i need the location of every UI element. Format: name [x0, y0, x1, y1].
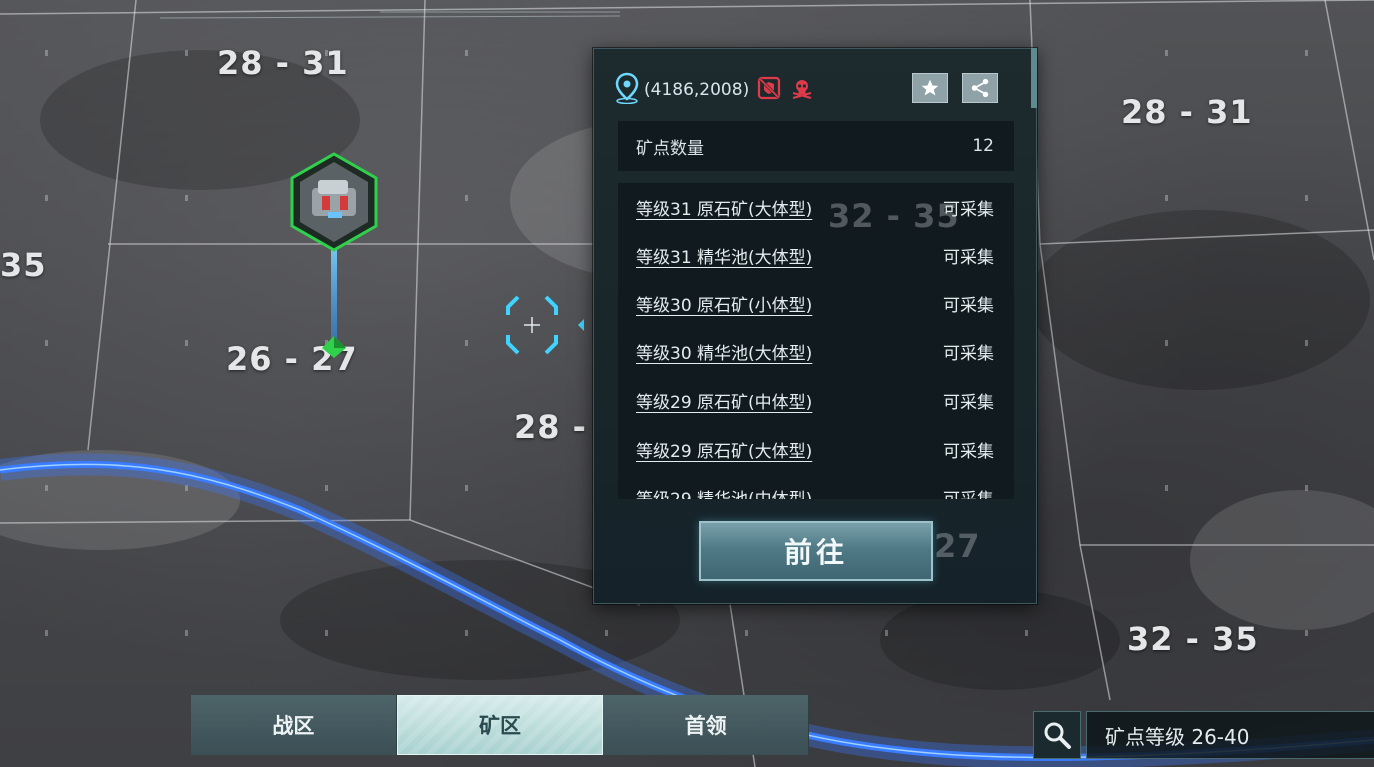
mine-list[interactable]: 32 - 35 等级31 原石矿(大体型) 可采集 等级31 精华池(大体型) … [618, 183, 1014, 499]
unit-marker[interactable] [288, 152, 380, 362]
zone-label-behind-panel-b: 27 [934, 527, 981, 565]
mine-status: 可采集 [943, 295, 994, 316]
map-pin-icon [614, 72, 640, 108]
go-button[interactable]: 前往 [699, 521, 933, 581]
tab-mining-zone[interactable]: 矿区 [396, 695, 604, 755]
list-item[interactable]: 等级30 精华池(大体型) 可采集 [618, 327, 1014, 375]
target-reticle-icon [506, 295, 584, 355]
search-field-container [1086, 711, 1374, 759]
favorite-button[interactable] [912, 73, 948, 103]
mine-info-panel: (4186,2008) 矿点数量 12 32 - 35 等级31 原石矿(大体型… [593, 48, 1037, 604]
zone-label-nw: 28 - 31 [217, 44, 349, 82]
shield-off-icon [757, 76, 781, 104]
list-item[interactable]: 等级31 精华池(大体型) 可采集 [618, 231, 1014, 279]
zone-label-w: 35 [0, 246, 47, 284]
list-item[interactable]: 等级29 精华池(中体型) 可采集 [618, 473, 1014, 500]
share-button[interactable] [962, 73, 998, 103]
mine-status: 可采集 [943, 392, 994, 413]
mine-name-link[interactable]: 等级29 原石矿(中体型) [636, 388, 812, 413]
coordinates-text: (4186,2008) [644, 80, 750, 100]
list-item[interactable]: 等级30 原石矿(小体型) 可采集 [618, 279, 1014, 327]
star-icon [921, 79, 939, 96]
go-button-label: 前往 [783, 536, 848, 569]
mine-count-row: 矿点数量 12 [618, 121, 1014, 171]
skull-icon [791, 77, 813, 103]
zone-label-se: 32 - 35 [1127, 620, 1259, 658]
mine-name-link[interactable]: 等级30 原石矿(小体型) [636, 291, 812, 316]
mine-status: 可采集 [943, 441, 994, 462]
mine-name-link[interactable]: 等级30 精华池(大体型) [636, 339, 812, 364]
search-icon [1044, 722, 1071, 749]
list-item[interactable]: 等级31 原石矿(大体型) 可采集 [618, 183, 1014, 231]
share-icon [971, 78, 989, 98]
mine-name-link[interactable]: 等级29 原石矿(大体型) [636, 437, 812, 462]
tab-boss[interactable]: 首领 [603, 695, 810, 755]
mine-level-search-input[interactable] [1105, 723, 1374, 747]
panel-header: (4186,2008) [614, 72, 1000, 108]
mine-status: 可采集 [943, 199, 994, 220]
mine-status: 可采集 [943, 343, 994, 364]
mine-name-link[interactable]: 等级31 精华池(大体型) [636, 243, 812, 268]
mine-name-link[interactable]: 等级31 原石矿(大体型) [636, 195, 812, 220]
mine-status: 可采集 [943, 247, 994, 268]
mine-status: 可采集 [943, 485, 994, 500]
mine-count-label: 矿点数量 [636, 138, 704, 159]
map-mode-tabs: 战区 矿区 首领 [191, 695, 810, 755]
search-button[interactable] [1033, 711, 1081, 759]
tab-battle-zone[interactable]: 战区 [191, 695, 397, 755]
list-item[interactable]: 等级29 原石矿(大体型) 可采集 [618, 425, 1014, 473]
list-item[interactable]: 等级29 原石矿(中体型) 可采集 [618, 376, 1014, 424]
zone-label-ne: 28 - 31 [1121, 93, 1253, 131]
mine-name-link[interactable]: 等级29 精华池(中体型) [636, 485, 812, 500]
mine-count-value: 12 [972, 136, 994, 156]
